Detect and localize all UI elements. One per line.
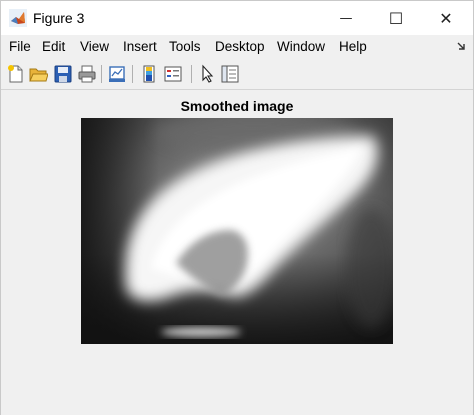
menu-insert[interactable]: Insert	[123, 39, 157, 54]
menu-file[interactable]: File	[9, 39, 31, 54]
link-plot-icon[interactable]	[107, 64, 127, 84]
toolbar	[1, 59, 473, 90]
menu-desktop[interactable]: Desktop	[215, 39, 265, 54]
close-button[interactable]: ✕	[423, 1, 469, 35]
menu-edit[interactable]: Edit	[42, 39, 65, 54]
menu-bar: File Edit View Insert Tools Desktop Wind…	[1, 36, 473, 58]
plot-title: Smoothed image	[180, 98, 294, 114]
open-file-icon[interactable]	[28, 64, 48, 84]
save-icon[interactable]	[53, 64, 73, 84]
figure-window: Figure 3 — ☐ ✕ File Edit View Insert Too…	[0, 0, 474, 415]
minimize-button[interactable]: —	[323, 1, 369, 35]
menu-window[interactable]: Window	[277, 39, 325, 54]
maximize-icon: ☐	[388, 8, 404, 28]
window-title: Figure 3	[33, 10, 85, 26]
new-figure-icon[interactable]	[6, 64, 26, 84]
smoothed-image[interactable]	[81, 118, 393, 344]
toolbar-separator	[101, 65, 102, 83]
maximize-button[interactable]: ☐	[373, 1, 419, 35]
figure-canvas[interactable]: Smoothed image	[1, 90, 473, 415]
property-inspector-icon[interactable]	[220, 64, 240, 84]
toolbar-separator	[191, 65, 192, 83]
dock-arrow-icon[interactable]	[455, 40, 467, 52]
minimize-icon: —	[339, 10, 353, 26]
menu-tools[interactable]: Tools	[169, 39, 201, 54]
insert-legend-icon[interactable]	[163, 64, 183, 84]
menu-help[interactable]: Help	[339, 39, 367, 54]
toolbar-separator	[132, 65, 133, 83]
menu-view[interactable]: View	[80, 39, 109, 54]
pointer-icon[interactable]	[197, 64, 217, 84]
print-icon[interactable]	[77, 64, 97, 84]
title-bar[interactable]: Figure 3 — ☐ ✕	[1, 1, 473, 35]
insert-colorbar-icon[interactable]	[139, 64, 159, 84]
matlab-logo-icon	[9, 9, 27, 27]
close-icon: ✕	[439, 8, 453, 28]
